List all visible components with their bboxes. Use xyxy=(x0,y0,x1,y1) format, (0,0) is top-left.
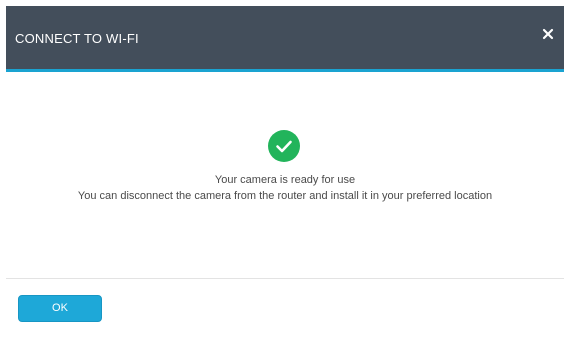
close-icon[interactable] xyxy=(541,27,555,41)
instruction-message: You can disconnect the camera from the r… xyxy=(77,190,493,202)
dialog-header: CONNECT TO WI-FI xyxy=(6,6,564,72)
dialog-body: Your camera is ready for use You can dis… xyxy=(6,72,564,278)
connect-wifi-dialog: CONNECT TO WI-FI Your camera is ready fo… xyxy=(6,6,564,340)
ok-button[interactable]: OK xyxy=(18,295,102,322)
status-message: Your camera is ready for use xyxy=(214,174,356,186)
dialog-title: CONNECT TO WI-FI xyxy=(15,31,139,46)
check-circle-icon xyxy=(268,130,300,162)
footer-divider xyxy=(6,278,564,279)
